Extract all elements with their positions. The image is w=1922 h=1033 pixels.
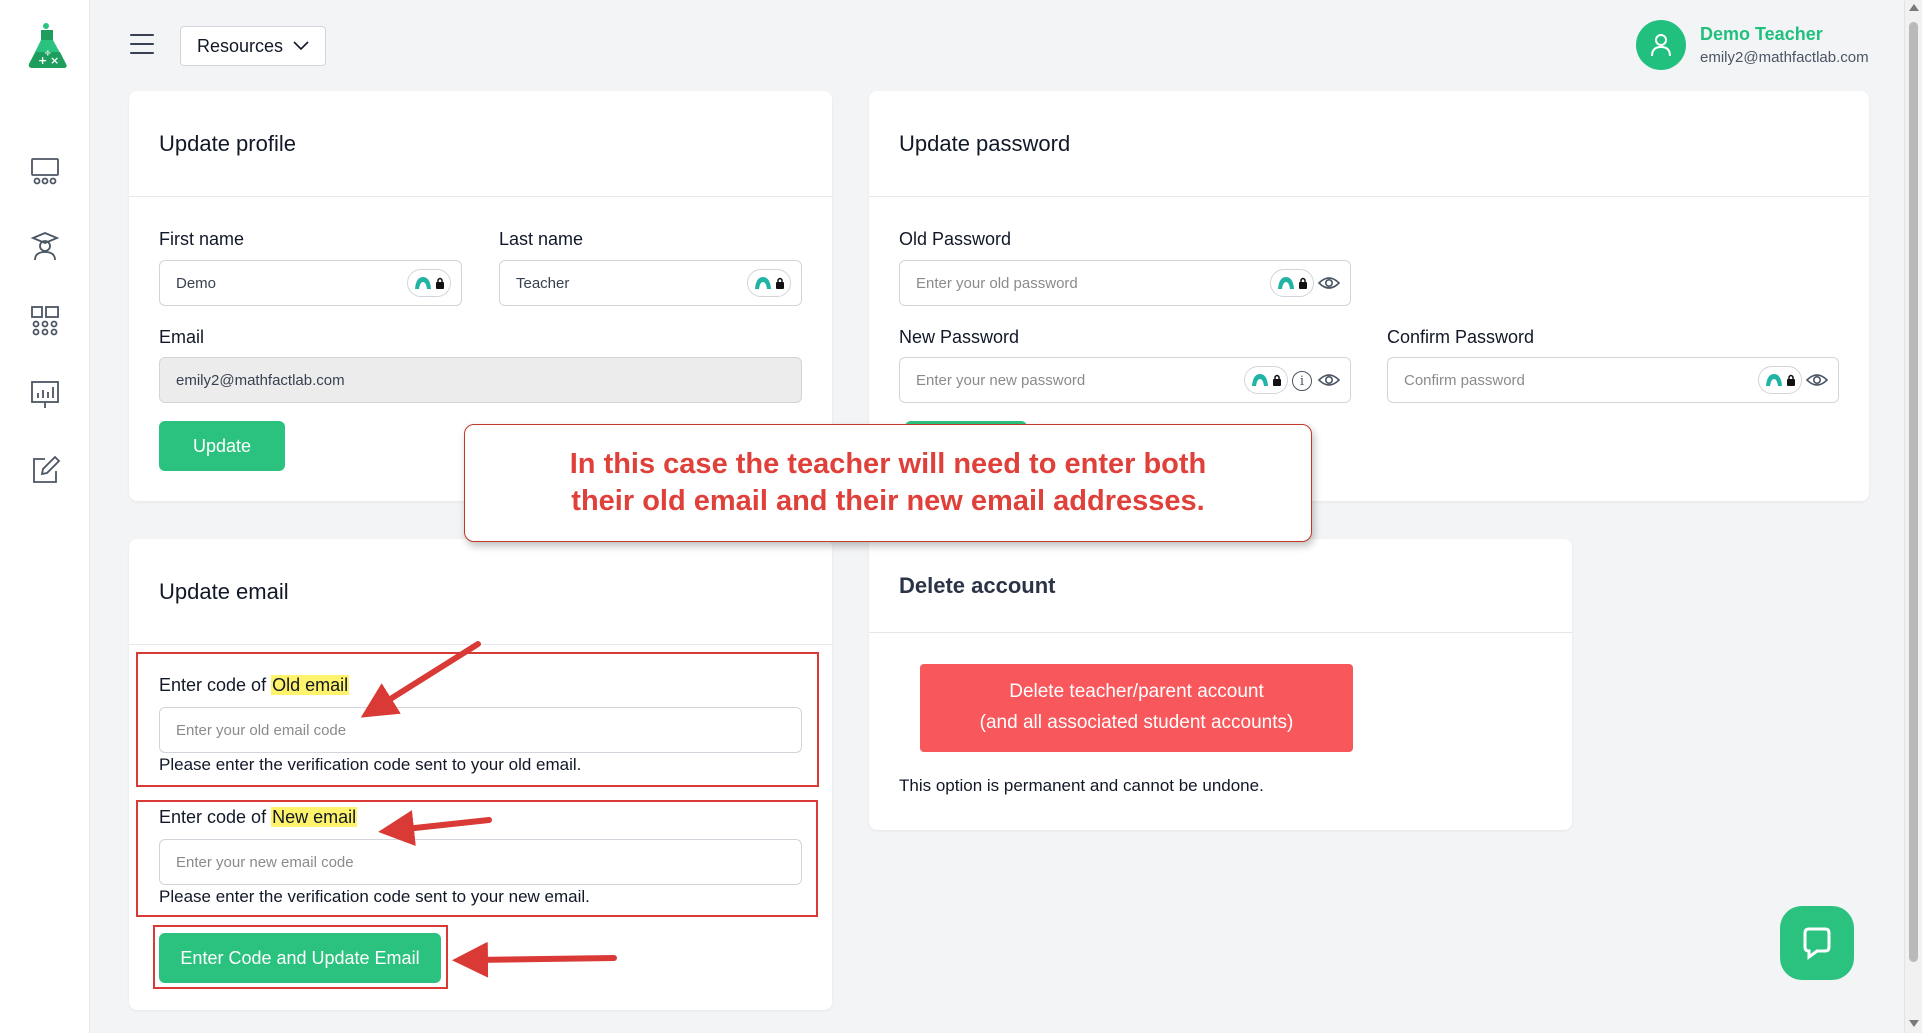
confirm-password-label: Confirm Password	[1387, 327, 1535, 347]
delete-button-line1: Delete teacher/parent account	[1009, 681, 1264, 702]
email-label: Email	[159, 327, 205, 347]
last-name-value: Teacher	[516, 274, 570, 292]
top-bar: Resources Demo Teacher emily2@mathfactla…	[90, 0, 1922, 90]
callout-line2: their old email and their new email addr…	[571, 485, 1205, 517]
annotation-box-new-email	[136, 800, 818, 917]
first-name-label: First name	[159, 229, 245, 249]
update-email-title: Update email	[129, 539, 832, 645]
resources-label: Resources	[196, 35, 284, 56]
vertical-scrollbar[interactable]	[1904, 0, 1922, 1033]
password-manager-icon[interactable]	[1758, 366, 1802, 394]
first-name-input[interactable]: Demo	[159, 260, 462, 306]
callout-line1: In this case the teacher will need to en…	[569, 448, 1207, 480]
user-profile[interactable]: Demo Teacher emily2@mathfactlab.com	[1636, 20, 1869, 70]
old-password-placeholder: Enter your old password	[916, 274, 1078, 292]
info-icon[interactable]: i	[1292, 371, 1312, 391]
flask-logo-icon[interactable]: + × ÷	[26, 22, 70, 70]
scroll-thumb[interactable]	[1909, 22, 1918, 962]
scroll-down-arrow-icon[interactable]	[1909, 1020, 1919, 1027]
password-manager-icon[interactable]	[747, 269, 791, 297]
edit-icon[interactable]	[27, 452, 63, 488]
delete-button-line2: (and all associated student accounts)	[979, 712, 1294, 733]
resources-dropdown[interactable]: Resources	[180, 26, 326, 66]
new-password-label: New Password	[899, 327, 1020, 347]
classroom-icon[interactable]	[27, 154, 63, 190]
password-manager-icon[interactable]	[407, 269, 451, 297]
delete-account-card: Delete account Delete teacher/parent acc…	[869, 539, 1572, 830]
chat-bubble-icon	[1803, 927, 1831, 960]
confirm-password-input[interactable]: Confirm password	[1387, 357, 1839, 403]
user-avatar-icon	[1636, 20, 1686, 70]
students-icon[interactable]	[27, 228, 63, 264]
password-manager-icon[interactable]	[1244, 366, 1288, 394]
last-name-label: Last name	[499, 229, 584, 249]
chat-support-button[interactable]	[1780, 906, 1854, 980]
user-name: Demo Teacher	[1700, 24, 1823, 44]
delete-account-note: This option is permanent and cannot be u…	[899, 776, 1264, 795]
groups-icon[interactable]	[27, 302, 63, 338]
confirm-password-placeholder: Confirm password	[1404, 371, 1525, 389]
scroll-up-arrow-icon[interactable]	[1909, 4, 1919, 11]
svg-text:÷: ÷	[44, 49, 52, 59]
annotation-box-old-email	[136, 652, 819, 787]
old-password-input[interactable]: Enter your old password	[899, 260, 1351, 306]
delete-account-button[interactable]: Delete teacher/parent account (and all a…	[920, 664, 1353, 752]
annotation-callout: In this case the teacher will need to en…	[464, 424, 1312, 542]
hamburger-menu-icon[interactable]	[130, 34, 154, 54]
update-password-title: Update password	[869, 91, 1869, 197]
last-name-input[interactable]: Teacher	[499, 260, 802, 306]
email-value: emily2@mathfactlab.com	[176, 371, 345, 389]
delete-account-title: Delete account	[869, 539, 1572, 633]
new-password-placeholder: Enter your new password	[916, 371, 1086, 389]
email-input: emily2@mathfactlab.com	[159, 357, 802, 403]
annotation-box-submit-button	[153, 925, 448, 989]
show-password-eye-icon[interactable]	[1806, 370, 1828, 390]
update-profile-button[interactable]: Update	[159, 421, 285, 471]
show-password-eye-icon[interactable]	[1318, 273, 1340, 293]
new-password-input[interactable]: Enter your new password i	[899, 357, 1351, 403]
show-password-eye-icon[interactable]	[1318, 370, 1340, 390]
sidebar: + × ÷	[0, 0, 90, 1033]
update-profile-title: Update profile	[129, 91, 832, 197]
first-name-value: Demo	[176, 274, 217, 292]
user-email: emily2@mathfactlab.com	[1700, 49, 1869, 66]
reports-icon[interactable]	[27, 376, 63, 412]
chevron-down-icon	[293, 41, 309, 51]
password-manager-icon[interactable]	[1270, 269, 1314, 297]
old-password-label: Old Password	[899, 229, 1012, 249]
